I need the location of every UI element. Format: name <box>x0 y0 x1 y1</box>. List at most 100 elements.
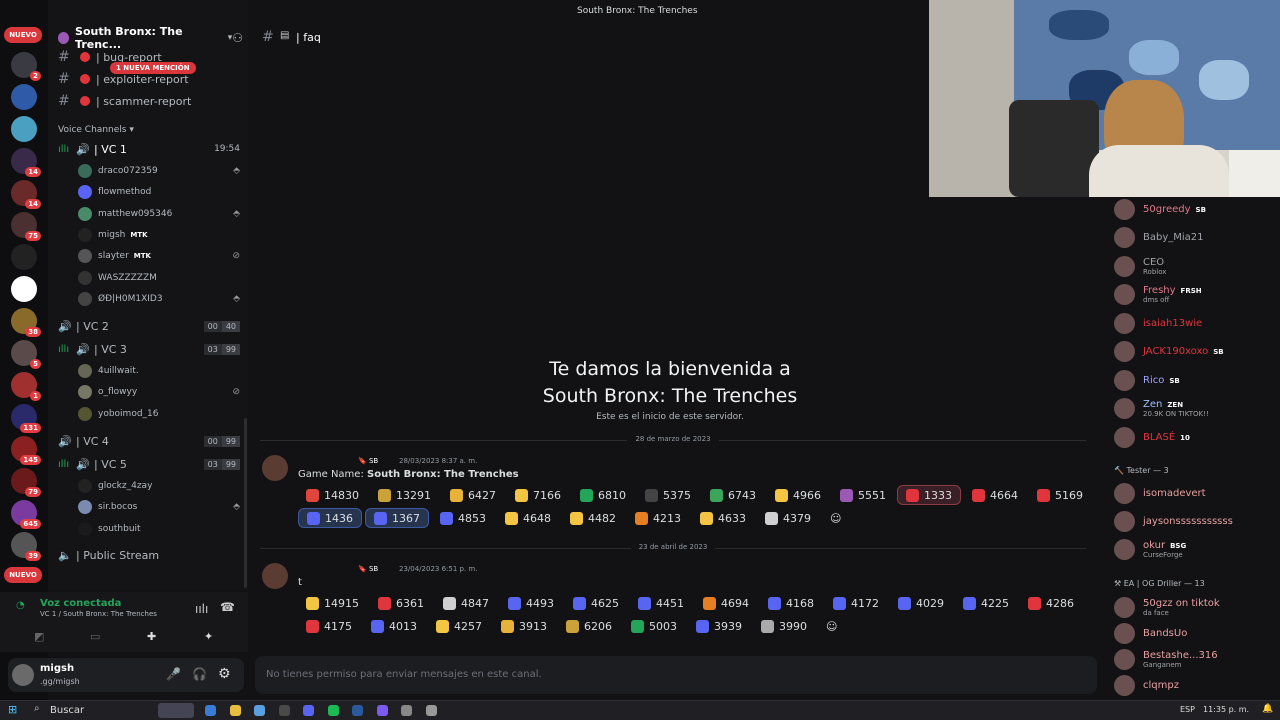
reaction-button[interactable]: 6427 <box>442 485 504 505</box>
member-item[interactable]: Freshy FRSH dms off <box>1114 283 1280 307</box>
reaction-button[interactable]: 4625 <box>565 593 627 613</box>
reaction-button[interactable]: 4257 <box>428 616 490 636</box>
mention-badge[interactable]: 1 NUEVA MENCIÓN <box>110 62 196 74</box>
server-icon[interactable]: 1 <box>11 372 41 401</box>
taskbar-app-icon[interactable] <box>278 705 290 716</box>
reaction-button[interactable]: 4013 <box>363 616 425 636</box>
reaction-button[interactable]: 4172 <box>825 593 887 613</box>
taskbar-app-icon[interactable] <box>229 705 241 716</box>
language-indicator[interactable]: ESP <box>1180 705 1195 714</box>
server-icon[interactable]: 38 <box>11 308 41 337</box>
server-icon[interactable] <box>11 84 37 110</box>
reaction-button[interactable]: 7166 <box>507 485 569 505</box>
stage-public-stream[interactable]: 🔈 | Public Stream <box>58 546 240 564</box>
reaction-button[interactable]: 4966 <box>767 485 829 505</box>
reaction-button[interactable]: 6743 <box>702 485 764 505</box>
reaction-button[interactable]: 4286 <box>1020 593 1082 613</box>
reaction-button[interactable]: 4648 <box>497 508 559 528</box>
voice-location[interactable]: VC 1 / South Bronx: The Trenches <box>40 610 157 618</box>
signal-icon[interactable]: ◔ <box>16 600 25 611</box>
reaction-button[interactable]: 3939 <box>688 616 750 636</box>
reaction-button[interactable]: 4379 <box>757 508 819 528</box>
reaction-button[interactable]: 4633 <box>692 508 754 528</box>
member-item[interactable]: BandsUo <box>1114 621 1280 645</box>
server-header[interactable]: South Bronx: The Trenc... ▾ ⚇ <box>58 25 243 51</box>
voice-channel-vc2[interactable]: 🔊 | VC 2 00 40 <box>58 317 240 335</box>
scrollbar[interactable] <box>244 418 247 588</box>
taskbar-app-icon[interactable] <box>303 705 314 716</box>
taskbar-app-icon[interactable] <box>254 705 265 716</box>
taskbar-search[interactable]: Buscar <box>50 705 84 716</box>
taskbar-app-icon[interactable] <box>425 705 437 716</box>
voice-user[interactable]: migsh MTK <box>78 226 240 244</box>
activities-icon[interactable]: ✚ <box>147 630 156 643</box>
reaction-button[interactable]: 4175 <box>298 616 360 636</box>
member-item[interactable]: JACK190xoxo SB <box>1114 340 1280 364</box>
reaction-button[interactable]: 5003 <box>623 616 685 636</box>
camera-icon[interactable]: ◩ <box>34 630 44 643</box>
member-item[interactable]: BLASÉ 10 <box>1114 425 1280 449</box>
taskbar-app-icon[interactable] <box>205 705 216 716</box>
reaction-button[interactable]: 3990 <box>753 616 815 636</box>
taskbar-app-icon[interactable] <box>376 705 388 716</box>
member-item[interactable]: Bestashe...316 Ganganem <box>1114 647 1280 671</box>
avatar[interactable] <box>262 455 288 481</box>
member-item[interactable]: okur BSG CurseForge <box>1114 537 1280 561</box>
voice-user[interactable]: draco072359 ⬘ <box>78 162 240 180</box>
server-icon[interactable]: 75 <box>11 212 41 241</box>
server-icon[interactable] <box>11 116 37 142</box>
server-icon[interactable]: 39 <box>11 532 41 561</box>
soundboard-icon[interactable]: ✦ <box>204 630 213 643</box>
voice-user[interactable]: glockz_4zay <box>78 477 240 495</box>
clock[interactable]: 11:35 p. m. <box>1203 705 1249 714</box>
voice-user[interactable]: southbuit <box>78 520 240 538</box>
server-icon[interactable]: 145 <box>11 436 41 465</box>
widget-icon[interactable] <box>158 703 194 718</box>
voice-channel-vc3[interactable]: ıllı 🔊 | VC 3 03 99 <box>58 340 240 358</box>
add-reaction-icon[interactable]: ☺ <box>822 508 849 528</box>
voice-channel-vc4[interactable]: 🔊 | VC 4 00 99 <box>58 432 240 450</box>
member-item[interactable]: jaysonsssssssssss <box>1114 509 1280 533</box>
reaction-button[interactable]: 4847 <box>435 593 497 613</box>
voice-channel-vc1[interactable]: ıllı 🔊 | VC 1 19:54 <box>58 140 240 158</box>
reaction-button[interactable]: 5169 <box>1029 485 1091 505</box>
reaction-button[interactable]: 4451 <box>630 593 692 613</box>
reaction-button[interactable]: 14830 <box>298 485 367 505</box>
member-item[interactable]: 50greedy SB <box>1114 197 1280 221</box>
server-icon[interactable] <box>11 276 37 302</box>
voice-user[interactable]: flowmethod <box>78 183 240 201</box>
member-item[interactable]: isomadevert <box>1114 481 1280 505</box>
voice-user[interactable]: slayter MTK ⊘ <box>78 247 240 265</box>
add-user-icon[interactable]: ⚇ <box>232 31 243 45</box>
channel-scammer-report[interactable]: # | scammer-report <box>58 93 191 109</box>
reaction-button[interactable]: 4168 <box>760 593 822 613</box>
voice-user[interactable]: sir.bocos ⬘ <box>78 498 240 516</box>
headphones-icon[interactable]: 🎧 <box>192 667 207 681</box>
voice-user[interactable]: ØĐ|H0M1XID3 ⬘ <box>78 290 240 308</box>
reaction-button[interactable]: 4482 <box>562 508 624 528</box>
taskbar-app-icon[interactable] <box>352 705 363 716</box>
voice-user[interactable]: WASZZZZZM <box>78 269 240 287</box>
reaction-button[interactable]: 6361 <box>370 593 432 613</box>
reaction-button[interactable]: 4225 <box>955 593 1017 613</box>
reaction-button[interactable]: 13291 <box>370 485 439 505</box>
member-item[interactable]: CEO Roblox <box>1114 254 1280 278</box>
member-item[interactable]: Baby_Mia21 <box>1114 226 1280 250</box>
search-icon[interactable]: ⌕ <box>34 703 40 714</box>
reaction-button[interactable]: 6810 <box>572 485 634 505</box>
server-icon[interactable]: 131 <box>11 404 41 433</box>
voice-user[interactable]: o_flowyy ⊘ <box>78 383 240 401</box>
server-icon[interactable]: 14 <box>11 148 41 177</box>
server-icon[interactable] <box>11 244 37 270</box>
voice-user[interactable]: matthew095346 ⬘ <box>78 205 240 223</box>
server-icon[interactable]: 79 <box>11 468 41 497</box>
voice-channel-vc5[interactable]: ıllı 🔊 | VC 5 03 99 <box>58 455 240 473</box>
message-input[interactable]: No tienes permiso para enviar mensajes e… <box>255 656 1097 694</box>
reaction-button[interactable]: 6206 <box>558 616 620 636</box>
reaction-button[interactable]: 1436 <box>298 508 362 528</box>
reaction-button[interactable]: 4493 <box>500 593 562 613</box>
gear-icon[interactable]: ⚙ <box>218 666 231 682</box>
reaction-button[interactable]: 4694 <box>695 593 757 613</box>
avatar[interactable] <box>12 664 34 686</box>
reaction-button[interactable]: 4853 <box>432 508 494 528</box>
